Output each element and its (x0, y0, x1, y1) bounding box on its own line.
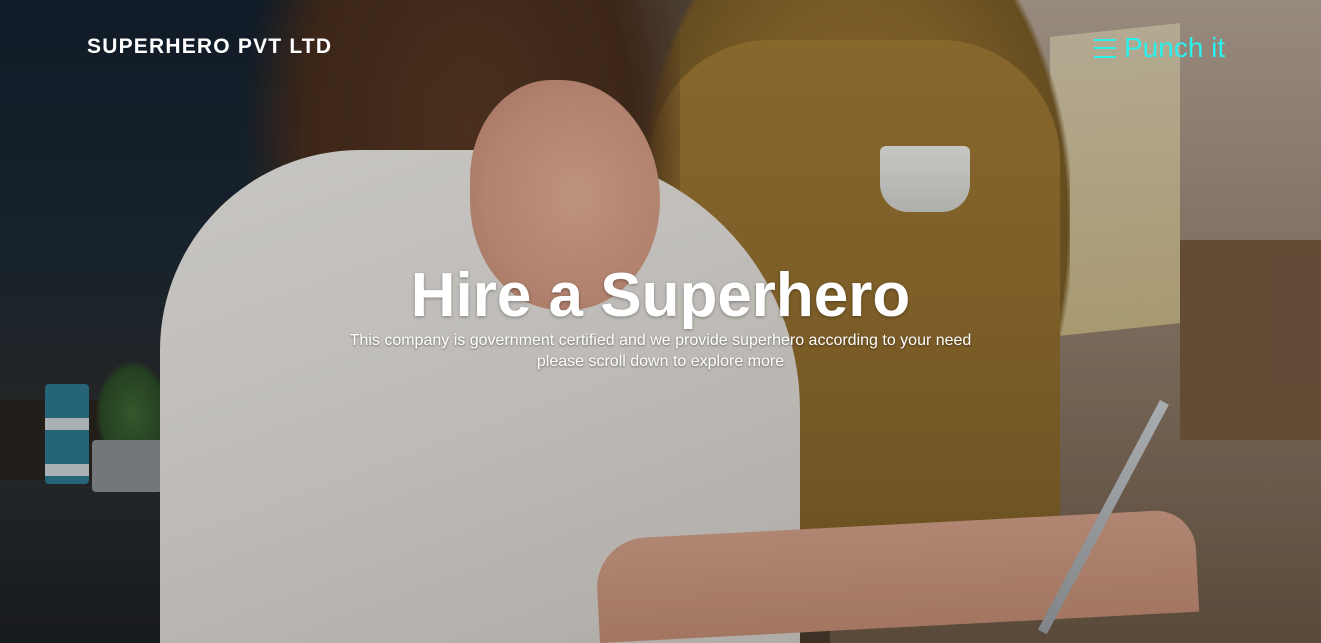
hero-section: SUPERHERO PVT LTD Punch it Hire a Superh… (0, 0, 1321, 643)
brand-logo[interactable]: SUPERHERO PVT LTD (87, 35, 332, 59)
nav-menu-toggle[interactable]: Punch it (1094, 32, 1225, 64)
hero-scroll-hint: please scroll down to explore more (536, 353, 785, 370)
nav-toggle-label: Punch it (1124, 32, 1226, 63)
hero-content: Hire a Superhero This company is governm… (0, 262, 1321, 372)
hero-title: Hire a Superhero (410, 261, 911, 330)
hamburger-menu-icon (1094, 38, 1116, 58)
hero-subtitle: This company is government certified and… (349, 332, 972, 349)
